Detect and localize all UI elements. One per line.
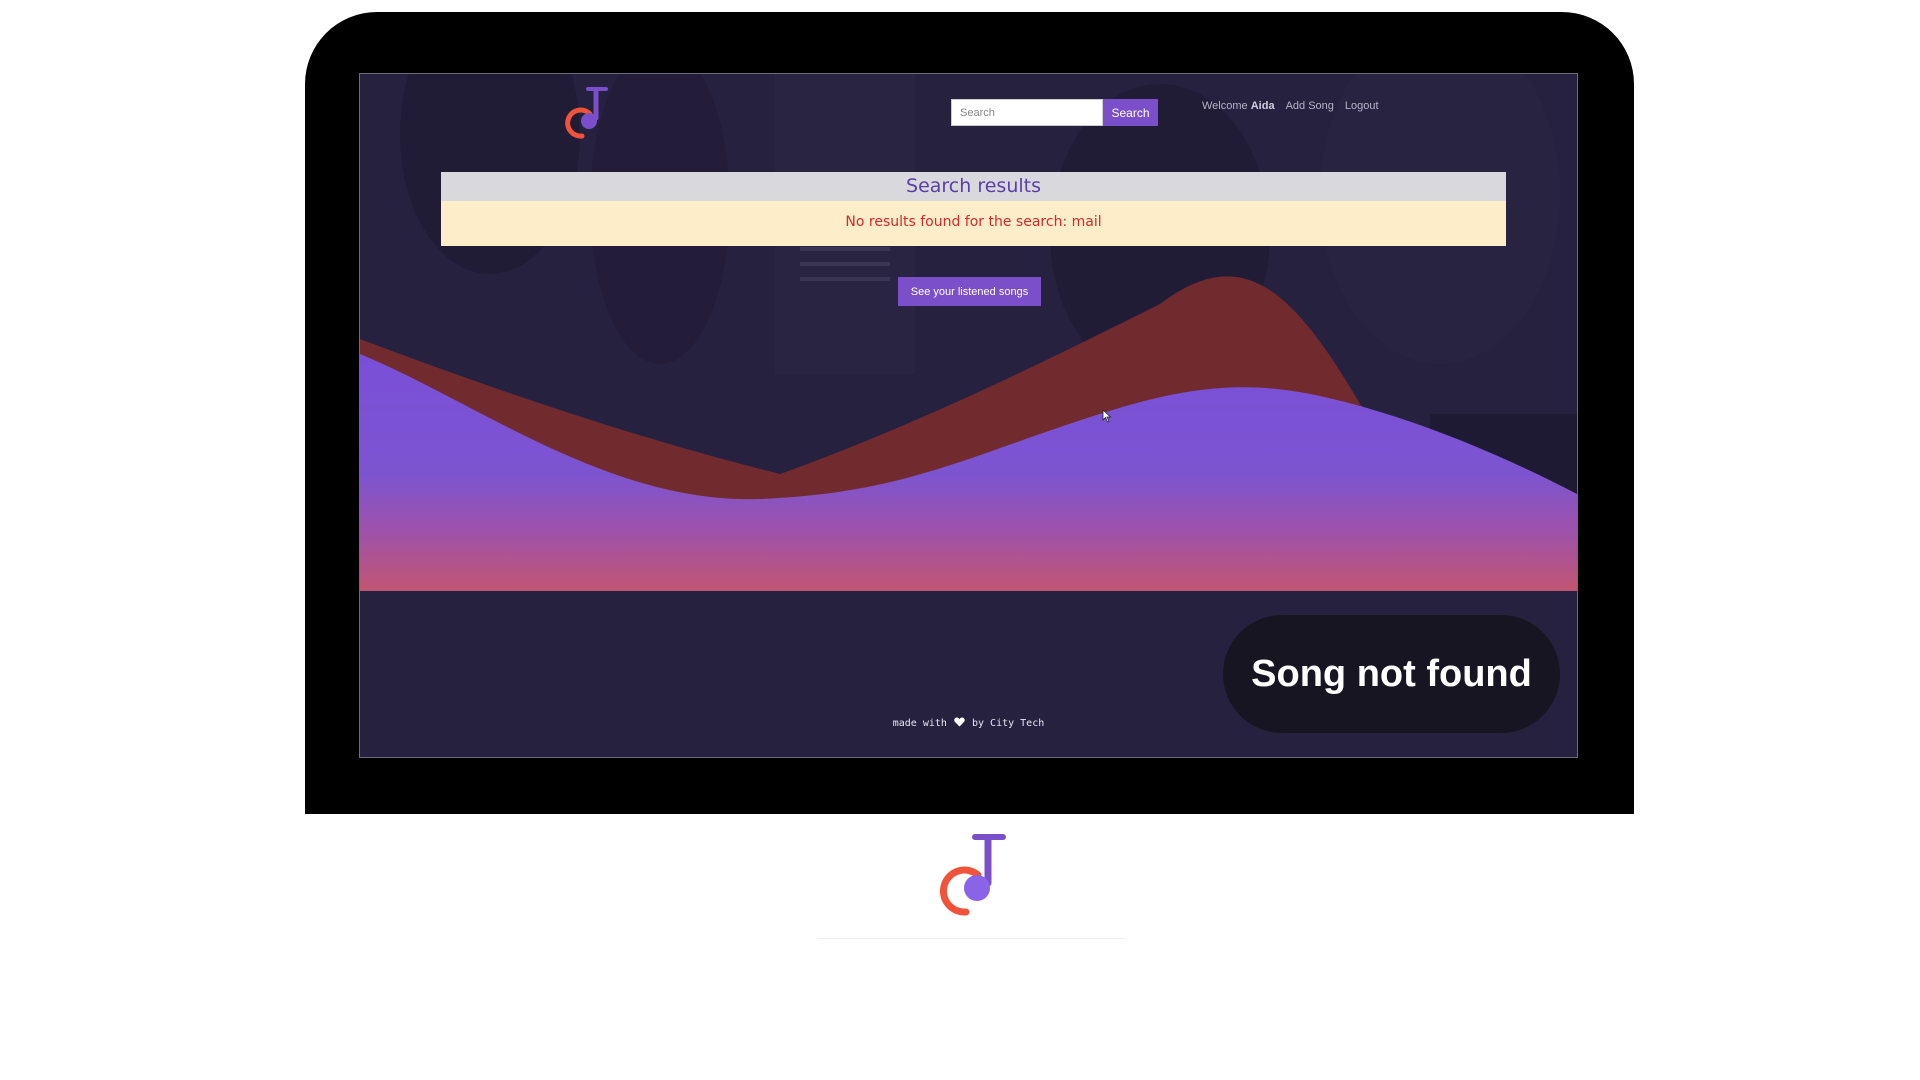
- heart-icon: [954, 717, 965, 727]
- decorative-waves: [360, 276, 1577, 594]
- base-divider: [818, 938, 1125, 939]
- footer-suffix: by City Tech: [972, 718, 1045, 729]
- search-results-title: Search results: [441, 172, 1506, 201]
- see-listened-songs-button[interactable]: See your listened songs: [898, 277, 1041, 306]
- logout-link[interactable]: Logout: [1345, 100, 1379, 112]
- music-note-logo-icon[interactable]: [560, 84, 610, 140]
- footer-prefix: made with: [892, 718, 947, 729]
- welcome-text: Welcome Aida: [1202, 100, 1275, 112]
- search-results-panel: Search results No results found for the …: [441, 172, 1506, 246]
- welcome-username: Aida: [1250, 100, 1275, 112]
- add-song-link[interactable]: Add Song: [1286, 100, 1334, 112]
- music-note-logo-icon: [939, 834, 1006, 916]
- top-nav: Welcome Aida Add Song Logout: [1202, 99, 1379, 113]
- song-not-found-toast: Song not found: [1223, 615, 1560, 733]
- search-button[interactable]: Search: [1103, 99, 1158, 126]
- mouse-cursor-icon: [1102, 409, 1112, 423]
- search-input[interactable]: [951, 99, 1103, 126]
- no-results-message: No results found for the search: mail: [441, 201, 1506, 246]
- welcome-prefix: Welcome: [1202, 100, 1248, 112]
